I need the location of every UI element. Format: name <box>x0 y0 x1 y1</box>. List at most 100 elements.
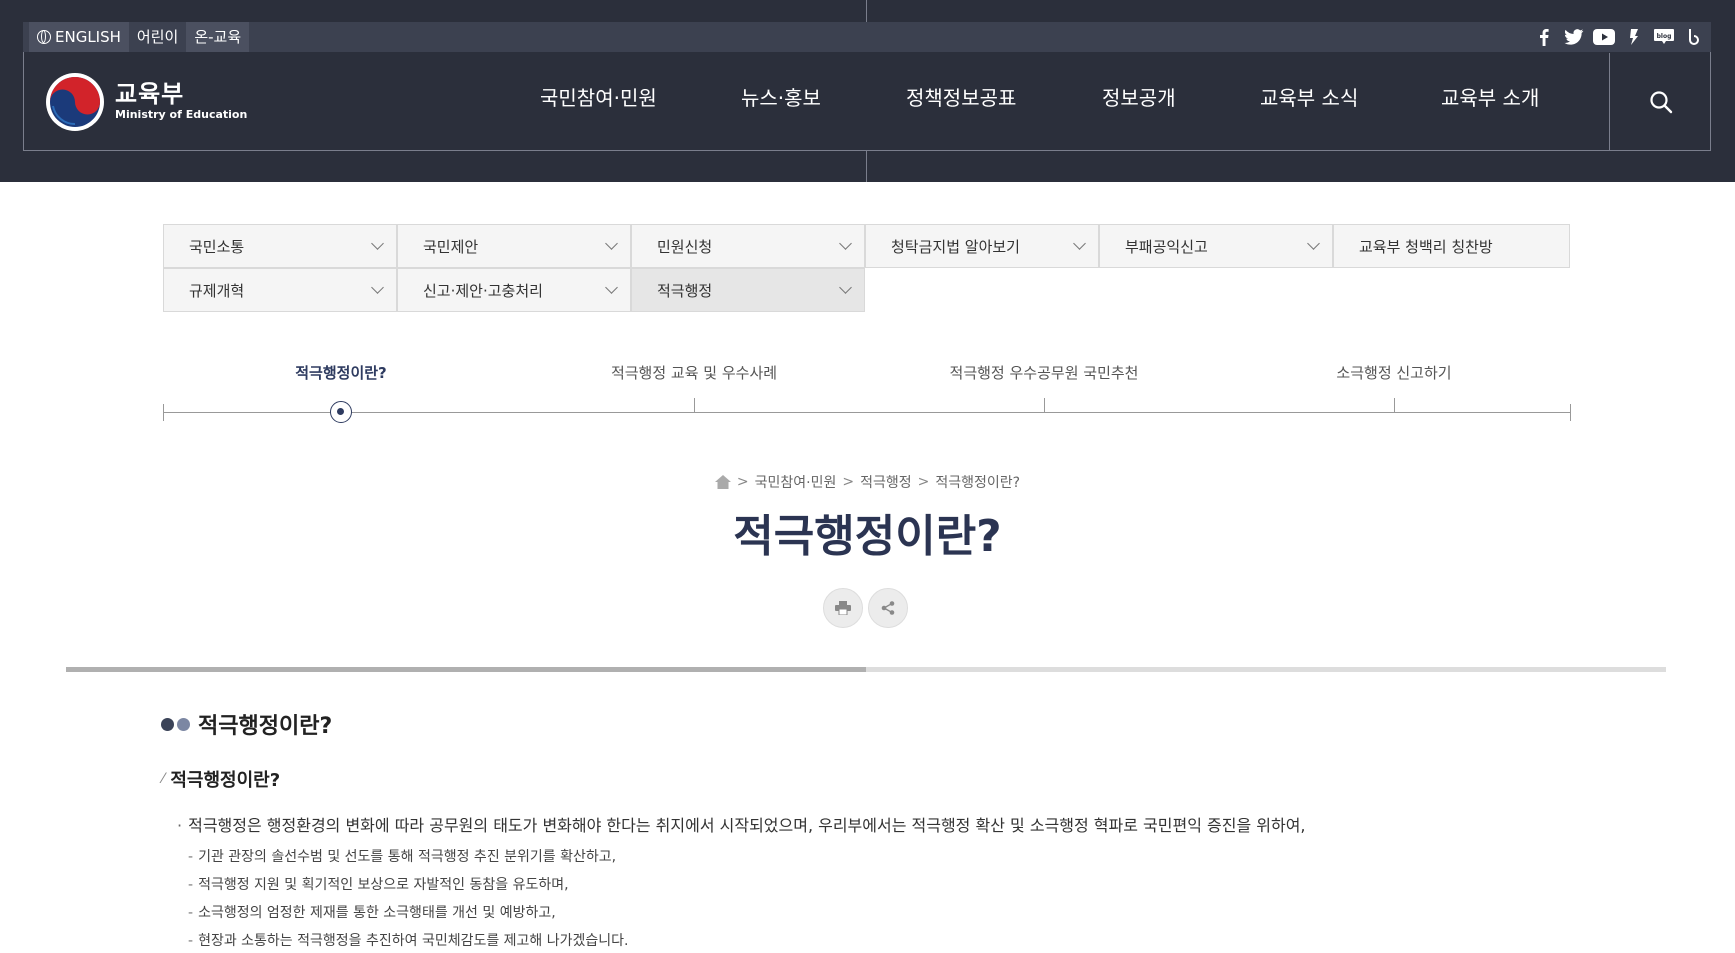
header-guide-line <box>866 0 867 22</box>
kids-link[interactable]: 어린이 <box>129 22 186 52</box>
chevron-down-icon <box>605 237 618 250</box>
submenu-label: 적극행정 <box>657 281 713 300</box>
utility-bar: ENGLISH 어린이 온-교육 blog <box>23 22 1711 52</box>
content-divider-highlight <box>66 667 866 672</box>
step-item-active[interactable]: 적극행정이란? <box>295 362 387 383</box>
submenu-label: 국민소통 <box>189 237 245 256</box>
submenu-item[interactable]: 민원신청 <box>631 224 865 268</box>
svg-text:blog: blog <box>1657 33 1672 40</box>
section-heading-text: 적극행정이란? <box>198 714 333 739</box>
submenu-item[interactable]: 국민제안 <box>397 224 631 268</box>
list-item-text: 기관 관장의 솔선수범 및 선도를 통해 적극행정 추진 분위기를 확산하고, <box>198 849 617 865</box>
nav-policy-info[interactable]: 정책정보공표 <box>906 82 1016 111</box>
submenu-item[interactable]: 신고·제안·고충처리 <box>397 268 631 312</box>
twitter-icon[interactable] <box>1563 26 1585 48</box>
breadcrumb-separator: > <box>917 474 930 490</box>
english-link[interactable]: ENGLISH <box>29 22 129 52</box>
header-guide-line <box>866 151 867 182</box>
breadcrumb: > 국민참여·민원 > 적극행정 > 적극행정이란? <box>0 472 1735 492</box>
step-current-indicator <box>330 401 352 423</box>
submenu-item[interactable]: 국민소통 <box>163 224 397 268</box>
submenu-label: 교육부 청백리 칭찬방 <box>1359 237 1493 256</box>
chevron-down-icon <box>839 281 852 294</box>
nav-news-pr[interactable]: 뉴스·홍보 <box>741 82 821 111</box>
step-tick <box>163 404 164 421</box>
chevron-down-icon <box>1073 237 1086 250</box>
submenu-item[interactable]: 청탁금지법 알아보기 <box>865 224 1099 268</box>
english-link-label: ENGLISH <box>55 28 121 46</box>
submenu-label: 민원신청 <box>657 237 713 256</box>
submenu-item[interactable]: 교육부 청백리 칭찬방 <box>1333 224 1570 268</box>
sub-heading: ⁄ 적극행정이란? <box>162 766 280 792</box>
heading-dots-icon <box>161 717 190 731</box>
step-line <box>163 412 1571 413</box>
facebook-icon[interactable] <box>1533 26 1555 48</box>
step-tick <box>1570 404 1571 421</box>
step-item[interactable]: 소극행정 신고하기 <box>1336 362 1451 383</box>
bullet-text: 적극행정은 행정환경의 변화에 따라 공무원의 태도가 변화해야 한다는 취지에… <box>188 816 1306 835</box>
logo-text: 교육부 Ministry of Education <box>115 81 247 123</box>
breadcrumb-item[interactable]: 국민참여·민원 <box>755 472 837 492</box>
dash-icon: - <box>188 877 194 893</box>
submenu-item[interactable]: 규제개혁 <box>163 268 397 312</box>
home-icon[interactable] <box>714 475 731 489</box>
utility-links: ENGLISH 어린이 온-교육 <box>29 22 250 52</box>
sub-heading-text: 적극행정이란? <box>170 770 281 791</box>
nav-ministry-intro[interactable]: 교육부 소개 <box>1441 82 1539 111</box>
chevron-down-icon <box>839 237 852 250</box>
submenu-label: 부패공익신고 <box>1125 237 1208 256</box>
step-tick <box>1044 398 1045 412</box>
search-button[interactable] <box>1609 53 1711 150</box>
online-education-link[interactable]: 온-교육 <box>186 22 250 52</box>
step-item[interactable]: 적극행정 우수공무원 국민추천 <box>950 362 1139 383</box>
list-item: - 적극행정 지원 및 획기적인 보상으로 자발적인 동참을 유도하며, <box>188 874 569 894</box>
youtube-icon[interactable] <box>1593 26 1615 48</box>
page-tools <box>823 588 908 628</box>
blog-icon[interactable]: blog <box>1653 26 1675 48</box>
list-item-text: 적극행정 지원 및 획기적인 보상으로 자발적인 동참을 유도하며, <box>198 877 569 893</box>
social-links: blog <box>1533 22 1705 52</box>
step-tick <box>694 398 695 412</box>
list-item: - 기관 관장의 솔선수범 및 선도를 통해 적극행정 추진 분위기를 확산하고, <box>188 846 616 866</box>
taegeuk-logo-icon <box>46 73 104 131</box>
breadcrumb-separator: > <box>842 474 855 490</box>
share-button[interactable] <box>868 588 908 628</box>
breadcrumb-separator: > <box>736 474 749 490</box>
submenu-label: 신고·제안·고충처리 <box>423 281 543 300</box>
list-item: - 현장과 소통하는 적극행정을 추진하여 국민체감도를 제고해 나가겠습니다. <box>188 930 629 950</box>
nav-civic-participation[interactable]: 국민참여·민원 <box>540 82 657 111</box>
page-title: 적극행정이란? <box>733 511 1002 562</box>
chevron-down-icon <box>605 281 618 294</box>
list-item-text: 현장과 소통하는 적극행정을 추진하여 국민체감도를 제고해 나가겠습니다. <box>198 933 629 949</box>
list-item: - 소극행정의 엄정한 제재를 통한 소극행태를 개선 및 예방하고, <box>188 902 556 922</box>
slash-icon: ⁄ <box>162 771 165 787</box>
ministry-logo[interactable]: 교육부 Ministry of Education <box>45 72 247 132</box>
print-icon <box>835 601 851 615</box>
bullet-paragraph: · 적극행정은 행정환경의 변화에 따라 공무원의 태도가 변화해야 한다는 취지… <box>177 812 1306 836</box>
list-item-text: 소극행정의 엄정한 제재를 통한 소극행태를 개선 및 예방하고, <box>198 905 556 921</box>
chevron-down-icon <box>371 237 384 250</box>
logo-name-ko: 교육부 <box>115 80 185 108</box>
submenu-label: 규제개혁 <box>189 281 245 300</box>
step-item[interactable]: 적극행정 교육 및 우수사례 <box>611 362 777 383</box>
nav-info-disclosure[interactable]: 정보공개 <box>1102 82 1176 111</box>
share-icon <box>881 601 895 615</box>
submenu-item[interactable]: 부패공익신고 <box>1099 224 1333 268</box>
dash-icon: - <box>188 849 194 865</box>
band-icon[interactable] <box>1683 26 1705 48</box>
breadcrumb-item-current[interactable]: 적극행정이란? <box>935 472 1020 492</box>
breadcrumb-item[interactable]: 적극행정 <box>860 472 912 492</box>
step-tick <box>1394 398 1395 412</box>
chevron-down-icon <box>1307 237 1320 250</box>
chevron-down-icon <box>371 281 384 294</box>
submenu-label: 청탁금지법 알아보기 <box>891 237 1020 256</box>
section-heading: 적극행정이란? <box>161 708 332 740</box>
submenu-label: 국민제안 <box>423 237 479 256</box>
submenu-item-active[interactable]: 적극행정 <box>631 268 865 312</box>
search-icon <box>1649 90 1672 113</box>
kakao-story-icon[interactable] <box>1623 26 1645 48</box>
nav-ministry-news[interactable]: 교육부 소식 <box>1260 82 1358 111</box>
dash-icon: - <box>188 933 194 949</box>
dash-icon: - <box>188 905 194 921</box>
print-button[interactable] <box>823 588 863 628</box>
